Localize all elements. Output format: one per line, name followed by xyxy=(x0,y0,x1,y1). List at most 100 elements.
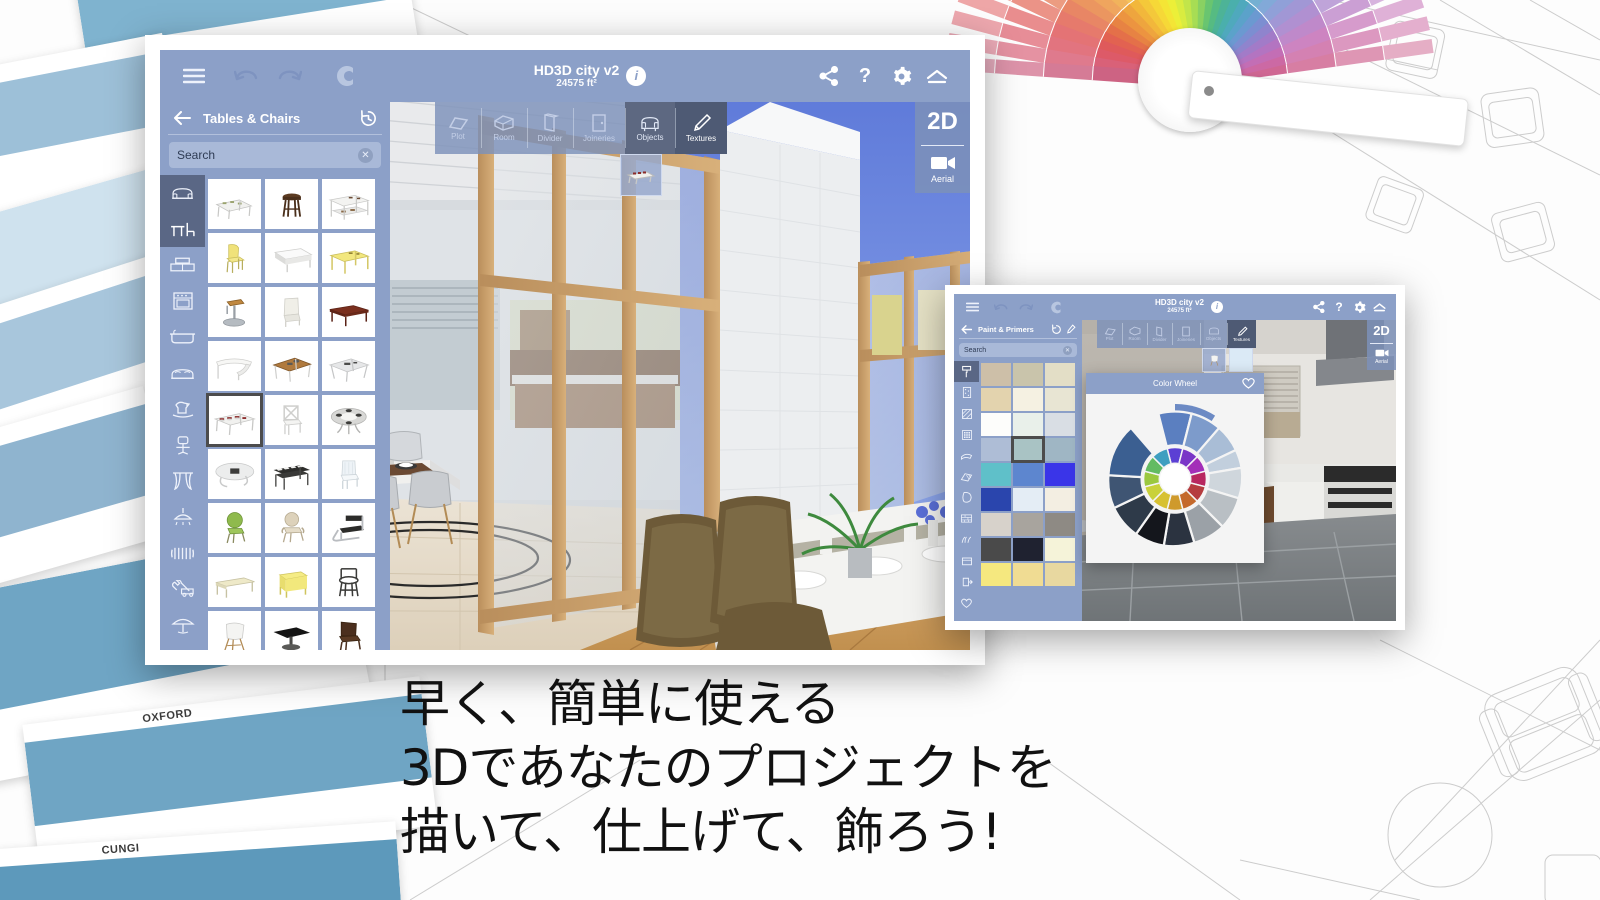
redo-icon[interactable] xyxy=(268,58,310,94)
grid-item-glass-coffee-table[interactable] xyxy=(322,341,375,391)
grid-item-pale-bench[interactable] xyxy=(208,557,261,607)
tool-tab-objects[interactable]: Objects xyxy=(625,102,675,154)
chair-thumbnail[interactable] xyxy=(1202,348,1226,372)
magnet-icon[interactable] xyxy=(1044,297,1070,317)
grid-item-green-medallion-chair[interactable] xyxy=(208,503,261,553)
sidebar-item-kitchen[interactable] xyxy=(160,283,205,319)
sidebar-item-lighting[interactable] xyxy=(160,499,205,535)
tool-tab-objects[interactable]: Objects xyxy=(1200,320,1227,348)
history-icon[interactable] xyxy=(356,106,380,130)
grid-item-console-table[interactable] xyxy=(322,179,375,229)
texture-cat-mosaic[interactable] xyxy=(954,424,979,445)
sidebar-item-bathroom[interactable] xyxy=(160,319,205,355)
texture-cat-hatch[interactable] xyxy=(954,403,979,424)
tool-tab-plot[interactable]: Plot xyxy=(1097,320,1122,348)
help-icon[interactable]: ? xyxy=(1330,297,1348,317)
color-swatch[interactable] xyxy=(1045,463,1075,486)
color-swatch[interactable] xyxy=(1013,488,1043,511)
grid-item-cantilever-chair[interactable] xyxy=(322,503,375,553)
tool-tab-textures[interactable]: Textures xyxy=(675,102,727,154)
texture-cat-wood[interactable] xyxy=(954,445,979,466)
hamburger-icon[interactable] xyxy=(176,58,212,94)
clear-icon[interactable]: ✕ xyxy=(1063,345,1072,355)
placed-object-thumbnail[interactable] xyxy=(620,154,662,196)
grid-item-black-pedestal-table[interactable] xyxy=(265,611,318,650)
texture-cat-crate[interactable] xyxy=(954,550,979,571)
tool-tab-plot[interactable]: Plot xyxy=(435,102,481,154)
heart-icon[interactable] xyxy=(1241,376,1256,395)
grid-item-slipcover-chair[interactable] xyxy=(265,287,318,337)
undo-icon[interactable] xyxy=(989,297,1013,317)
info-icon[interactable]: i xyxy=(1210,300,1223,313)
color-swatch[interactable] xyxy=(981,388,1011,411)
grid-item-yellow-table[interactable] xyxy=(322,233,375,283)
color-swatch[interactable] xyxy=(981,538,1011,561)
color-swatch[interactable] xyxy=(981,438,1011,461)
gear-icon[interactable] xyxy=(1348,297,1370,317)
sidebar-item-office[interactable] xyxy=(160,427,205,463)
color-wheel-body[interactable] xyxy=(1086,394,1264,563)
grid-item-slatted-bench-table[interactable] xyxy=(265,449,318,499)
color-swatch-selected[interactable] xyxy=(1011,436,1045,463)
share-icon[interactable] xyxy=(810,58,848,94)
color-swatch[interactable] xyxy=(1013,538,1043,561)
texture-cat-import[interactable] xyxy=(954,571,979,592)
grid-item-brown-dining-chair[interactable] xyxy=(322,611,375,650)
grid-item-wooden-bar-stool[interactable] xyxy=(265,179,318,229)
info-icon[interactable]: i xyxy=(626,65,647,86)
sidebar-item-curtains[interactable] xyxy=(160,463,205,499)
texture-cat-leather[interactable] xyxy=(954,487,979,508)
back-arrow-icon[interactable] xyxy=(170,106,194,130)
color-swatch[interactable] xyxy=(1045,363,1075,386)
material-swatch-thumbnail[interactable] xyxy=(1229,348,1253,372)
color-swatch[interactable] xyxy=(1045,513,1075,536)
grid-item-yellow-chair[interactable] xyxy=(208,233,261,283)
grid-item-wire-bar-stool[interactable] xyxy=(322,557,375,607)
search-input[interactable]: Search ✕ xyxy=(959,343,1077,357)
sidebar-item-kids[interactable] xyxy=(160,391,205,427)
color-swatch[interactable] xyxy=(981,563,1011,586)
sidebar-item-outdoor[interactable] xyxy=(160,607,205,643)
texture-cat-wallpaper[interactable] xyxy=(954,382,979,403)
chevron-up-icon[interactable] xyxy=(920,58,954,94)
color-swatch[interactable] xyxy=(1013,513,1043,536)
color-swatch[interactable] xyxy=(1013,463,1043,486)
color-swatch[interactable] xyxy=(981,488,1011,511)
grid-item-white-shell-chair[interactable] xyxy=(208,611,261,650)
color-swatch[interactable] xyxy=(981,513,1011,536)
grid-item-set-table-long[interactable] xyxy=(206,393,263,447)
color-swatch[interactable] xyxy=(981,363,1011,386)
tool-tab-room[interactable]: Room xyxy=(1122,320,1147,348)
color-swatch[interactable] xyxy=(1013,563,1043,586)
clear-icon[interactable]: ✕ xyxy=(358,147,373,163)
texture-cat-paint[interactable] xyxy=(954,361,979,382)
color-swatch[interactable] xyxy=(1045,388,1075,411)
sidebar-item-heating[interactable] xyxy=(160,535,205,571)
color-swatch[interactable] xyxy=(1013,413,1043,436)
grid-item-dark-wood-table[interactable] xyxy=(322,287,375,337)
grid-item-curved-desk[interactable] xyxy=(208,341,261,391)
grid-item-yellow-side-table[interactable] xyxy=(265,557,318,607)
grid-item-adjustable-stool[interactable] xyxy=(208,287,261,337)
sidebar-item-garage[interactable] xyxy=(160,571,205,607)
grid-item-wood-dining-table[interactable] xyxy=(265,341,318,391)
view-mode-2d-button[interactable]: 2D xyxy=(927,102,958,145)
color-swatch[interactable] xyxy=(1045,488,1075,511)
color-swatch[interactable] xyxy=(1013,388,1043,411)
eyedropper-icon[interactable] xyxy=(1063,322,1077,336)
undo-icon[interactable] xyxy=(226,58,268,94)
tool-tab-joineries[interactable]: Joineries xyxy=(1172,320,1200,348)
color-swatch[interactable] xyxy=(1045,563,1075,586)
tool-tab-divider[interactable]: Divider xyxy=(1147,320,1172,348)
texture-cat-brick[interactable] xyxy=(954,508,979,529)
redo-icon[interactable] xyxy=(1013,297,1037,317)
gear-icon[interactable] xyxy=(882,58,920,94)
hamburger-icon[interactable] xyxy=(962,297,982,317)
color-swatch[interactable] xyxy=(1045,413,1075,436)
chevron-up-icon[interactable] xyxy=(1370,297,1388,317)
grid-item-clear-acrylic-chair[interactable] xyxy=(322,449,375,499)
texture-cat-carpet[interactable] xyxy=(954,466,979,487)
color-swatch[interactable] xyxy=(981,413,1011,436)
tool-tab-divider[interactable]: Divider xyxy=(527,102,573,154)
sidebar-item-storage[interactable] xyxy=(160,247,205,283)
